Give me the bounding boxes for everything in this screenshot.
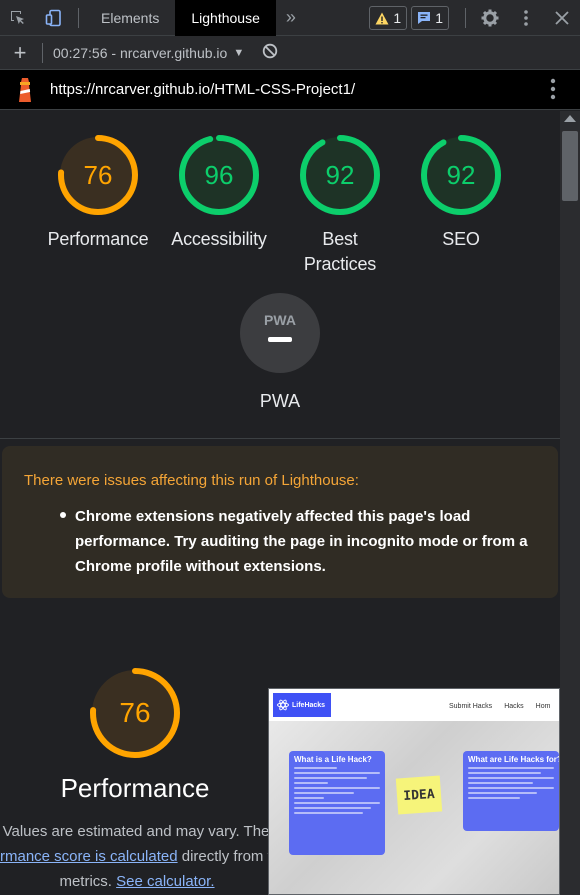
see-calculator-link[interactable]: See calculator. <box>116 873 214 890</box>
new-report-plus-icon[interactable]: + <box>0 40 40 66</box>
messages-badge[interactable]: 1 <box>411 6 449 30</box>
description-line: rmance score is calculated directly from… <box>0 844 270 869</box>
gauge-performance[interactable]: 76 Performance <box>48 133 149 252</box>
scrollbar-thumb[interactable] <box>562 131 578 201</box>
scroll-up-arrow-icon[interactable] <box>564 115 576 122</box>
run-warnings-title: There were issues affecting this run of … <box>24 472 359 489</box>
settings-gear-icon[interactable] <box>472 0 508 36</box>
score-ring: 76 <box>58 135 138 215</box>
thumbnail-nav-item: Submit Hacks <box>449 703 493 710</box>
score-value: 76 <box>119 697 150 728</box>
lighthouse-toolbar: + 00:27:56 - nrcarver.github.io ▼ <box>0 36 580 70</box>
toolbar-divider <box>465 8 466 28</box>
pwa-badge[interactable]: PWA <box>240 293 320 373</box>
close-devtools-icon[interactable] <box>544 0 580 36</box>
more-tabs-icon[interactable]: » <box>276 0 306 36</box>
description-text: metrics. <box>59 873 117 890</box>
thumbnail-sticky-note: IDEA <box>395 775 443 815</box>
gauge-label: SEO <box>442 229 480 249</box>
device-toolbar-icon[interactable] <box>36 0 72 36</box>
description-text: directly from t <box>177 848 270 865</box>
chevron-down-icon: ▼ <box>233 46 245 59</box>
lighthouse-report: 76 Performance 96 Accessibility 92 Best … <box>0 111 560 895</box>
inspect-element-icon[interactable] <box>0 0 36 36</box>
thumbnail-card-what: What is a Life Hack? <box>289 751 385 855</box>
run-warning-item: Chrome extensions negatively affected th… <box>56 504 536 579</box>
score-value: 96 <box>205 160 234 190</box>
final-screenshot-thumbnail[interactable]: LifeHacks Submit Hacks Hacks Hom What is a… <box>268 688 560 895</box>
toolbar-right: 1 1 <box>365 0 580 36</box>
score-ring: 76 <box>90 668 180 758</box>
thumbnail-card-why: What are Life Hacks for? <box>463 751 559 831</box>
lighthouse-logo-icon <box>0 77 50 102</box>
score-calculation-link[interactable]: rmance score is calculated <box>0 848 178 865</box>
performance-category-gauge[interactable]: 76 <box>88 666 182 765</box>
gauge-label: Accessibility <box>171 229 267 249</box>
thumbnail-nav-item: Hacks <box>504 703 524 710</box>
clear-reports-icon[interactable] <box>262 43 278 62</box>
devtools-tabbar: Elements Lighthouse » 1 1 <box>0 0 580 36</box>
report-menu-icon[interactable] <box>550 78 556 105</box>
gauge-seo[interactable]: 92 SEO <box>416 133 506 252</box>
report-run-label: 00:27:56 - nrcarver.github.io <box>53 44 228 61</box>
toolbar-divider <box>42 42 43 63</box>
gauge-best-practices[interactable]: 92 Best Practices <box>295 133 385 277</box>
report-url-bar: https://nrcarver.github.io/HTML-CSS-Proj… <box>0 70 580 110</box>
description-line: metrics. See calculator. <box>0 869 270 894</box>
messages-count: 1 <box>435 10 443 26</box>
tab-lighthouse[interactable]: Lighthouse <box>175 0 276 36</box>
description-line: Values are estimated and may vary. The <box>2 823 270 840</box>
gauge-label-line: Practices <box>303 254 377 274</box>
score-ring: 92 <box>421 135 501 215</box>
performance-description: Values are estimated and may vary. The r… <box>0 819 270 894</box>
warnings-count: 1 <box>393 10 402 26</box>
thumbnail-brand-text: LifeHacks <box>292 701 326 709</box>
score-value: 76 <box>84 160 113 190</box>
toolbar-divider <box>78 7 79 28</box>
tab-elements[interactable]: Elements <box>85 0 175 36</box>
gauge-accessibility[interactable]: 96 Accessibility <box>171 133 267 252</box>
gauge-label-line: Best <box>322 229 358 249</box>
thumbnail-nav: Submit Hacks Hacks Hom <box>449 703 559 710</box>
thumbnail-nav-item: Hom <box>535 703 551 710</box>
thumbnail-card-title: What is a Life Hack? <box>294 755 372 764</box>
thumbnail-hero: What is a Life Hack? IDEA What are Life … <box>269 721 559 894</box>
score-value: 92 <box>447 160 476 190</box>
gauge-label: Best Practices <box>295 227 385 277</box>
report-url: https://nrcarver.github.io/HTML-CSS-Proj… <box>50 81 356 98</box>
pwa-badge-text: PWA <box>264 312 296 328</box>
warning-icon <box>375 12 389 24</box>
thumbnail-card-title: What are Life Hacks for? <box>468 755 560 764</box>
score-value: 92 <box>326 160 355 190</box>
report-scrollbar[interactable] <box>560 111 580 895</box>
atom-icon <box>277 699 289 711</box>
report-run-select[interactable]: 00:27:56 - nrcarver.github.io ▼ <box>53 45 244 61</box>
run-warning-text: Chrome extensions negatively affected th… <box>75 508 528 575</box>
more-options-icon[interactable] <box>508 0 544 36</box>
gauge-label: Performance <box>47 229 149 249</box>
thumbnail-brand: LifeHacks <box>273 693 331 717</box>
warnings-badge[interactable]: 1 <box>369 6 408 30</box>
section-divider <box>0 438 560 439</box>
run-warnings-box: There were issues affecting this run of … <box>2 446 558 598</box>
thumbnail-header: LifeHacks Submit Hacks Hacks Hom <box>269 689 559 721</box>
performance-section-title: Performance <box>60 773 210 803</box>
gauge-label-pwa: PWA <box>259 391 301 411</box>
message-icon <box>418 12 431 24</box>
score-ring: 96 <box>179 135 259 215</box>
score-ring: 92 <box>300 135 380 215</box>
